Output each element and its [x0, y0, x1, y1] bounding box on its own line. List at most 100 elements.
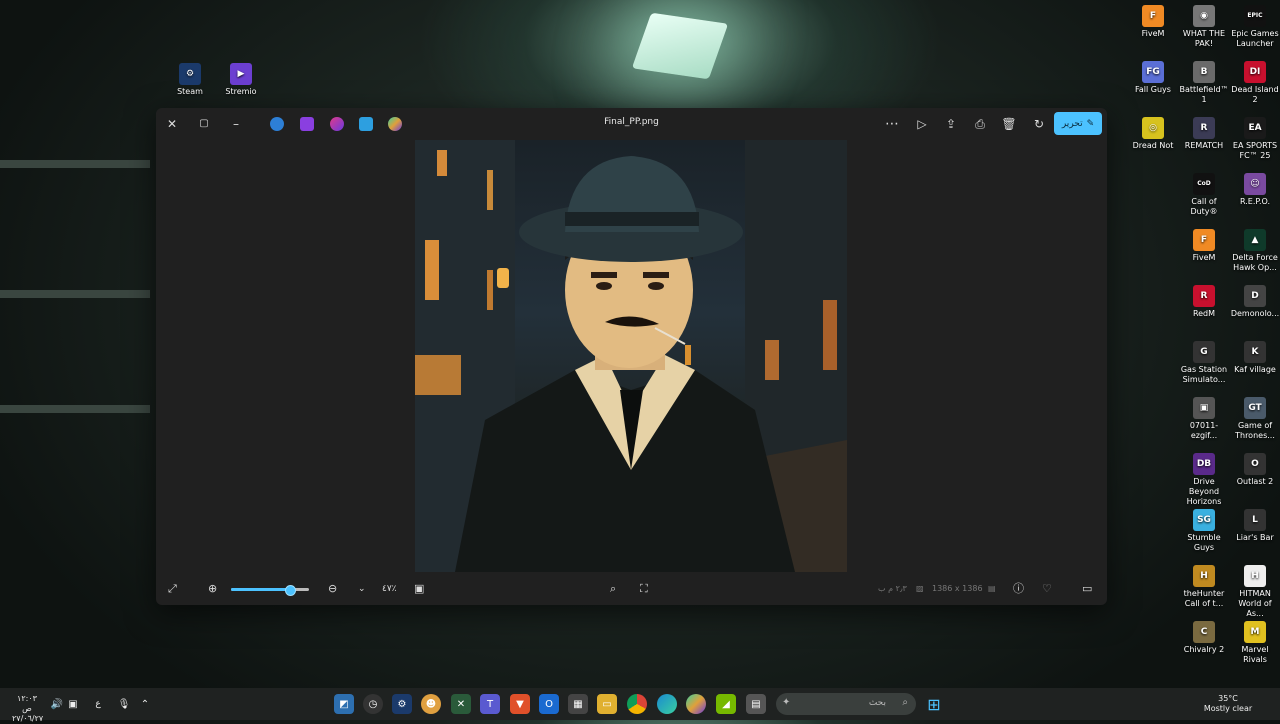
desktop-icon[interactable]: EA EA SPORTS FC™ 25: [1229, 117, 1280, 161]
favorite-heart-icon[interactable]: ♡: [1042, 582, 1052, 596]
photos-window: ✕ ▢ – Final_PP.png ⋯ ▷ ⇪ ⎙ 🗑 ↻ تحرير ✎ ⤢…: [156, 108, 1107, 605]
network-icon[interactable]: ▣: [63, 694, 83, 714]
visual-search-icon[interactable]: ⌕: [610, 582, 616, 596]
desktop-icon[interactable]: C Chivalry 2: [1178, 621, 1230, 655]
desktop-icon-stremio[interactable]: ▶ Stremio: [215, 63, 267, 97]
app-taskbar-icon[interactable]: ▤: [746, 694, 766, 714]
app-icon: ◉: [1193, 5, 1215, 27]
desktop-icon-label: Call of Duty®: [1190, 197, 1218, 216]
weather-temp: 35°C: [1218, 694, 1238, 703]
desktop-icon-label: Battlefield™ 1: [1179, 85, 1229, 104]
edit-button[interactable]: تحرير ✎: [1054, 112, 1102, 135]
desktop-icon[interactable]: H HITMAN World of As...: [1229, 565, 1280, 619]
copilot-taskbar-icon[interactable]: [686, 694, 706, 714]
desktop-icon-label: HITMAN World of As...: [1238, 589, 1272, 618]
more-options-icon[interactable]: ⋯: [884, 116, 900, 132]
app-icon: EPIC: [1244, 5, 1266, 27]
desktop-icon[interactable]: R REMATCH: [1178, 117, 1230, 151]
clock-app-taskbar-icon[interactable]: ◷: [363, 694, 383, 714]
desktop-icon[interactable]: O Outlast 2: [1229, 453, 1280, 487]
desktop-icon[interactable]: R RedM: [1178, 285, 1230, 319]
game-taskbar-icon[interactable]: ☻: [421, 694, 441, 714]
steam-taskbar-icon[interactable]: ⚙: [392, 694, 412, 714]
portrait-illustration: [415, 140, 847, 572]
desktop-icon[interactable]: K Kaf village: [1229, 341, 1280, 375]
microphone-icon[interactable]: 🎙: [114, 694, 134, 714]
desktop-icon-label: Dread Not: [1132, 141, 1174, 150]
taskbar-search[interactable]: ✦ بحث ⌕: [776, 693, 916, 715]
zoom-slider[interactable]: [231, 585, 309, 596]
desktop-icon[interactable]: D Demonolo...: [1229, 285, 1280, 319]
fullscreen-icon[interactable]: ⤢: [168, 582, 177, 596]
desktop-icon[interactable]: M Marvel Rivals: [1229, 621, 1280, 665]
crop-focus-icon[interactable]: ⛶: [640, 582, 648, 596]
desktop-icon[interactable]: F FiveM: [1127, 5, 1179, 39]
desktop-icon-label: Marvel Rivals: [1241, 645, 1269, 664]
desktop-icon[interactable]: GT Game of Thrones...: [1229, 397, 1280, 441]
input-language[interactable]: ع: [88, 694, 108, 714]
desktop-icon[interactable]: EPIC Epic Games Launcher: [1229, 5, 1280, 49]
print-icon[interactable]: ⎙: [972, 116, 988, 132]
desktop-icon-label: Demonolo...: [1230, 309, 1280, 318]
desktop-icon[interactable]: HtheHunter Call of t...: [1178, 565, 1230, 609]
desktop-icon[interactable]: ☺ R.E.P.O.: [1229, 173, 1280, 207]
app-icon: O: [1244, 453, 1266, 475]
desktop-icon[interactable]: B Battlefield™ 1: [1178, 61, 1230, 105]
tray-chevron-up-icon[interactable]: ⌃: [135, 694, 155, 714]
zoom-out-icon[interactable]: ⊖: [328, 582, 337, 596]
desktop-icon[interactable]: ◎ Dread Not: [1127, 117, 1179, 151]
image-icon: ▨: [916, 584, 924, 593]
search-placeholder: بحث: [868, 698, 886, 708]
search-icon: ⌕: [902, 697, 908, 708]
start-windows-icon[interactable]: ⊞: [924, 694, 944, 714]
desktop-icon[interactable]: ▣ 07011-ezgif...: [1178, 397, 1230, 441]
desktop-icon-steam[interactable]: ⚙ Steam: [164, 63, 216, 97]
desktop-icon[interactable]: ◉ WHAT THE PAK!: [1178, 5, 1230, 49]
teams-taskbar-icon[interactable]: T: [480, 694, 500, 714]
zoom-in-icon[interactable]: ⊕: [208, 582, 217, 596]
desktop-icon[interactable]: G Gas Station Simulato...: [1178, 341, 1230, 385]
brave-taskbar-icon[interactable]: ▼: [510, 694, 530, 714]
app-icon: ◎: [1142, 117, 1164, 139]
actual-size-icon[interactable]: ▣: [414, 582, 424, 596]
photos-taskbar-icon[interactable]: ◩: [334, 694, 354, 714]
shelf: [0, 290, 150, 298]
edge-taskbar-icon[interactable]: [657, 694, 677, 714]
desktop-icon-label: EA SPORTS FC™ 25: [1232, 141, 1278, 160]
desktop-icon[interactable]: DI Dead Island 2: [1229, 61, 1280, 105]
app-icon: H: [1244, 565, 1266, 587]
desktop-icon[interactable]: CoD Call of Duty®: [1178, 173, 1230, 217]
zoom-level[interactable]: ٤٧٪: [382, 582, 397, 596]
desktop-icon[interactable]: SG Stumble Guys: [1178, 509, 1230, 553]
search-highlight-icon: ✦: [782, 697, 791, 708]
filmstrip-icon[interactable]: ▭: [1082, 582, 1092, 596]
xbox-taskbar-icon[interactable]: ✕: [451, 694, 471, 714]
desktop-icon[interactable]: FG Fall Guys: [1127, 61, 1179, 95]
share-icon[interactable]: ⇪: [943, 116, 959, 132]
displayed-image[interactable]: [415, 140, 847, 572]
file-explorer-taskbar-icon[interactable]: ▭: [597, 694, 617, 714]
zoom-dropdown-chevron-icon[interactable]: ⌄: [358, 582, 366, 596]
info-icon[interactable]: ⓘ: [1013, 582, 1024, 596]
outlook-taskbar-icon[interactable]: O: [539, 694, 559, 714]
desktop-icon-label: Dead Island 2: [1231, 85, 1279, 104]
desktop-icon[interactable]: ▲ Delta Force Hawk Op...: [1229, 229, 1280, 273]
chrome-taskbar-icon[interactable]: [627, 694, 647, 714]
app-icon: G: [1193, 341, 1215, 363]
zoom-slider-thumb[interactable]: [284, 585, 296, 596]
file-icon: ▤: [988, 584, 996, 593]
desktop-icon[interactable]: DB Drive Beyond Horizons: [1178, 453, 1230, 507]
slideshow-icon[interactable]: ▷: [914, 116, 930, 132]
rotate-icon[interactable]: ↻: [1031, 116, 1047, 132]
desktop-icon-label: FiveM: [1141, 29, 1165, 38]
store-taskbar-icon[interactable]: ▦: [568, 694, 588, 714]
weather-widget[interactable]: 35°C Mostly clear: [1200, 694, 1256, 714]
delete-icon[interactable]: 🗑: [1001, 116, 1017, 132]
desktop-icon-label: RedM: [1192, 309, 1216, 318]
steam-icon: ⚙: [179, 63, 201, 85]
desktop-icon[interactable]: F FiveM: [1178, 229, 1230, 263]
app-icon: L: [1244, 509, 1266, 531]
desktop-icon-label: Stremio: [225, 87, 257, 96]
nvidia-taskbar-icon[interactable]: ◢: [716, 694, 736, 714]
desktop-icon[interactable]: L Liar's Bar: [1229, 509, 1280, 543]
